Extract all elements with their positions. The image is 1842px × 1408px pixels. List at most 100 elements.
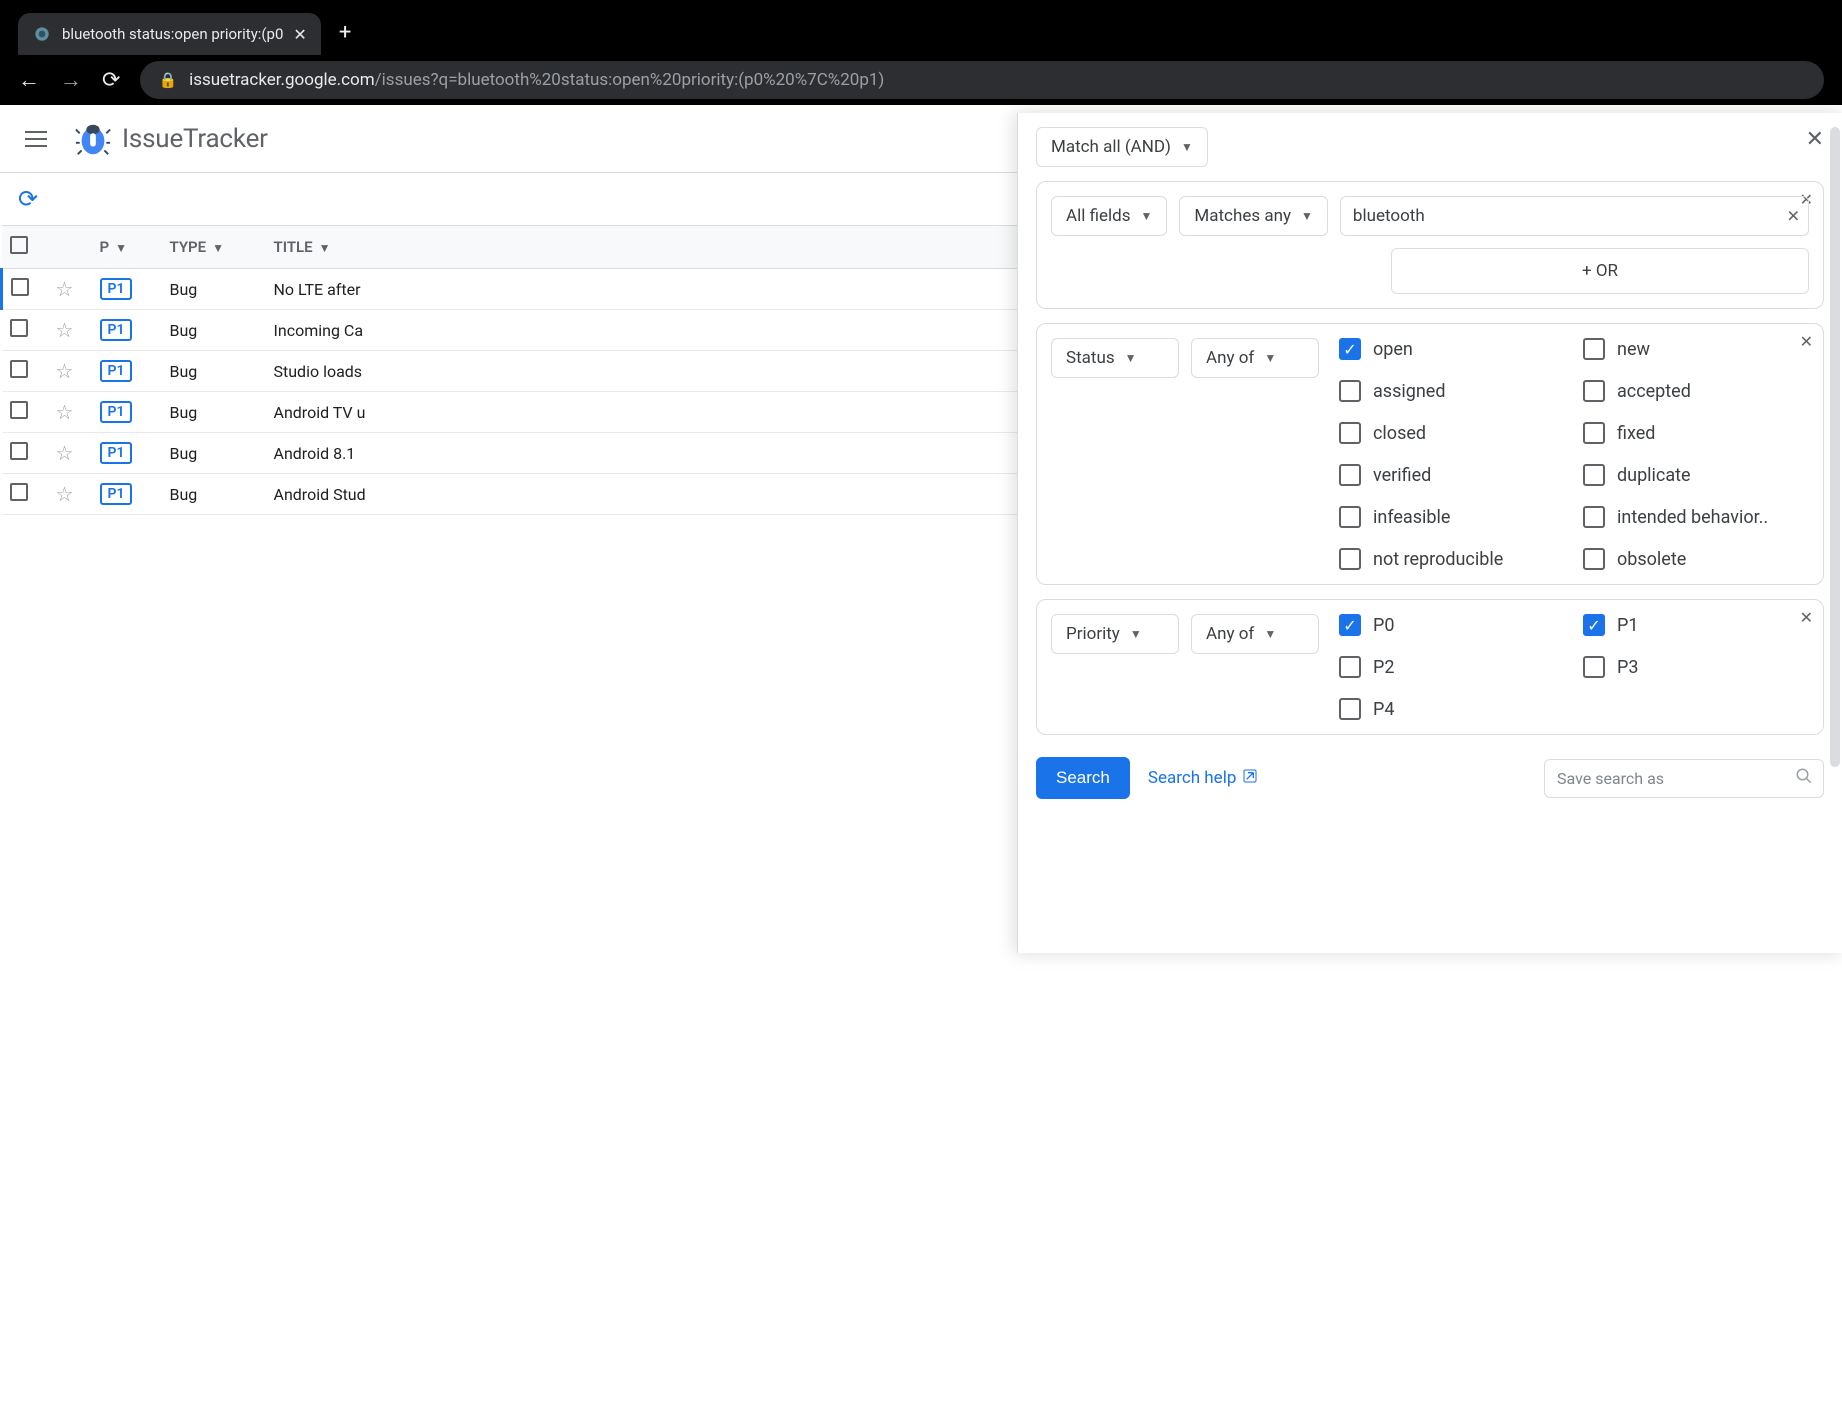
external-link-icon: [1242, 768, 1258, 789]
operator-dropdown[interactable]: Any of ▼: [1191, 338, 1319, 378]
app-logo[interactable]: IssueTracker: [74, 120, 268, 158]
type-cell: Bug: [162, 269, 266, 310]
clear-input-button[interactable]: ✕: [1787, 207, 1800, 226]
url-path: /issues?q=bluetooth%20status:open%20prio…: [375, 70, 885, 90]
type-cell: Bug: [162, 351, 266, 392]
priority-badge: P1: [100, 442, 133, 464]
row-checkbox[interactable]: [10, 360, 28, 378]
checkbox-label: infeasible: [1373, 507, 1450, 528]
select-all-checkbox[interactable]: [10, 236, 28, 254]
checkbox-option[interactable]: new: [1583, 338, 1809, 360]
star-icon[interactable]: ☆: [56, 318, 74, 342]
save-search-input[interactable]: Save search as: [1544, 759, 1824, 798]
remove-filter-button[interactable]: ✕: [1800, 608, 1813, 627]
field-dropdown[interactable]: All fields ▼: [1051, 196, 1167, 236]
checkbox-icon: [1339, 380, 1361, 402]
add-or-button[interactable]: + OR: [1391, 248, 1809, 294]
new-tab-button[interactable]: +: [339, 20, 351, 45]
checkbox-icon: [1583, 464, 1605, 486]
checkbox-icon: ✓: [1583, 614, 1605, 636]
match-mode-dropdown[interactable]: Match all (AND) ▼: [1036, 127, 1208, 167]
row-checkbox[interactable]: [11, 278, 29, 296]
panel-footer: Search Search help Save search as: [1036, 757, 1824, 799]
checkbox-option[interactable]: obsolete: [1583, 548, 1809, 570]
checkbox-option[interactable]: not reproducible: [1339, 548, 1565, 570]
checkbox-option[interactable]: assigned: [1339, 380, 1565, 402]
search-value-input[interactable]: bluetooth ✕: [1340, 196, 1809, 236]
url-bar[interactable]: 🔒 issuetracker.google.com/issues?q=bluet…: [140, 61, 1824, 99]
checkbox-option[interactable]: duplicate: [1583, 464, 1809, 486]
close-panel-button[interactable]: ✕: [1806, 127, 1824, 152]
star-icon[interactable]: ☆: [56, 400, 74, 424]
chevron-down-icon[interactable]: ▼: [115, 241, 127, 255]
checkbox-option[interactable]: ✓open: [1339, 338, 1565, 360]
bug-favicon: [32, 24, 52, 44]
checkbox-option[interactable]: verified: [1339, 464, 1565, 486]
star-icon[interactable]: ☆: [56, 441, 74, 465]
checkbox-option[interactable]: accepted: [1583, 380, 1809, 402]
checkbox-option[interactable]: ✓P0: [1339, 614, 1565, 636]
star-icon[interactable]: ☆: [56, 277, 74, 301]
operator-label: Any of: [1206, 624, 1254, 644]
field-label: Priority: [1066, 624, 1120, 644]
checkbox-label: assigned: [1373, 381, 1446, 402]
col-priority[interactable]: P: [100, 238, 110, 256]
reload-button[interactable]: ⟳: [102, 68, 120, 93]
checkbox-option[interactable]: ✓P1: [1583, 614, 1809, 636]
browser-tab[interactable]: bluetooth status:open priority:(p0 ✕: [18, 13, 321, 55]
checkbox-option[interactable]: infeasible: [1339, 506, 1565, 528]
refresh-button[interactable]: ⟳: [18, 185, 38, 213]
search-button[interactable]: Search: [1036, 757, 1130, 799]
checkbox-label: open: [1373, 339, 1413, 360]
row-checkbox[interactable]: [10, 442, 28, 460]
star-icon[interactable]: ☆: [56, 359, 74, 383]
browser-chrome: bluetooth status:open priority:(p0 ✕ + ←…: [0, 0, 1842, 105]
chevron-down-icon[interactable]: ▼: [319, 241, 331, 255]
field-dropdown[interactable]: Priority ▼: [1051, 614, 1179, 654]
checkbox-label: new: [1617, 339, 1650, 360]
checkbox-option[interactable]: P4: [1339, 698, 1565, 720]
checkbox-label: intended behavior..: [1617, 507, 1768, 528]
remove-filter-button[interactable]: ✕: [1800, 332, 1813, 351]
tab-title: bluetooth status:open priority:(p0: [62, 25, 283, 43]
checkbox-label: duplicate: [1617, 465, 1691, 486]
menu-icon: [25, 131, 47, 147]
checkbox-label: accepted: [1617, 381, 1691, 402]
search-help-link[interactable]: Search help: [1148, 768, 1259, 789]
search-builder-panel: ✕ Match all (AND) ▼ ✕ All fields ▼ Match…: [1017, 113, 1842, 953]
row-checkbox[interactable]: [10, 401, 28, 419]
field-label: Status: [1066, 348, 1115, 368]
checkbox-icon: [1339, 656, 1361, 678]
checkbox-label: P3: [1617, 657, 1638, 678]
col-type[interactable]: TYPE: [170, 238, 207, 256]
filter-block-text: ✕ All fields ▼ Matches any ▼ bluetooth ✕…: [1036, 181, 1824, 309]
row-checkbox[interactable]: [10, 483, 28, 501]
field-dropdown[interactable]: Status ▼: [1051, 338, 1179, 378]
star-icon[interactable]: ☆: [56, 482, 74, 506]
checkbox-icon: [1583, 380, 1605, 402]
row-checkbox[interactable]: [10, 319, 28, 337]
forward-button[interactable]: →: [60, 67, 82, 93]
back-button[interactable]: ←: [18, 67, 40, 93]
checkbox-label: closed: [1373, 423, 1426, 444]
checkbox-option[interactable]: fixed: [1583, 422, 1809, 444]
checkbox-icon: [1583, 548, 1605, 570]
col-title[interactable]: TITLE: [274, 238, 313, 256]
operator-dropdown[interactable]: Matches any ▼: [1179, 196, 1328, 236]
priority-badge: P1: [100, 360, 133, 382]
checkbox-option[interactable]: P2: [1339, 656, 1565, 678]
operator-dropdown[interactable]: Any of ▼: [1191, 614, 1319, 654]
checkbox-label: P4: [1373, 699, 1394, 720]
checkbox-option[interactable]: P3: [1583, 656, 1809, 678]
scrollbar[interactable]: [1830, 127, 1840, 767]
checkbox-icon: [1339, 422, 1361, 444]
checkbox-option[interactable]: closed: [1339, 422, 1565, 444]
menu-button[interactable]: [16, 119, 56, 159]
close-icon[interactable]: ✕: [293, 25, 306, 44]
checkbox-label: P2: [1373, 657, 1394, 678]
url-host: issuetracker.google.com: [189, 70, 375, 90]
chevron-down-icon[interactable]: ▼: [212, 241, 224, 255]
lock-icon: 🔒: [158, 71, 177, 89]
checkbox-option[interactable]: intended behavior..: [1583, 506, 1809, 528]
checkbox-icon: [1339, 506, 1361, 528]
